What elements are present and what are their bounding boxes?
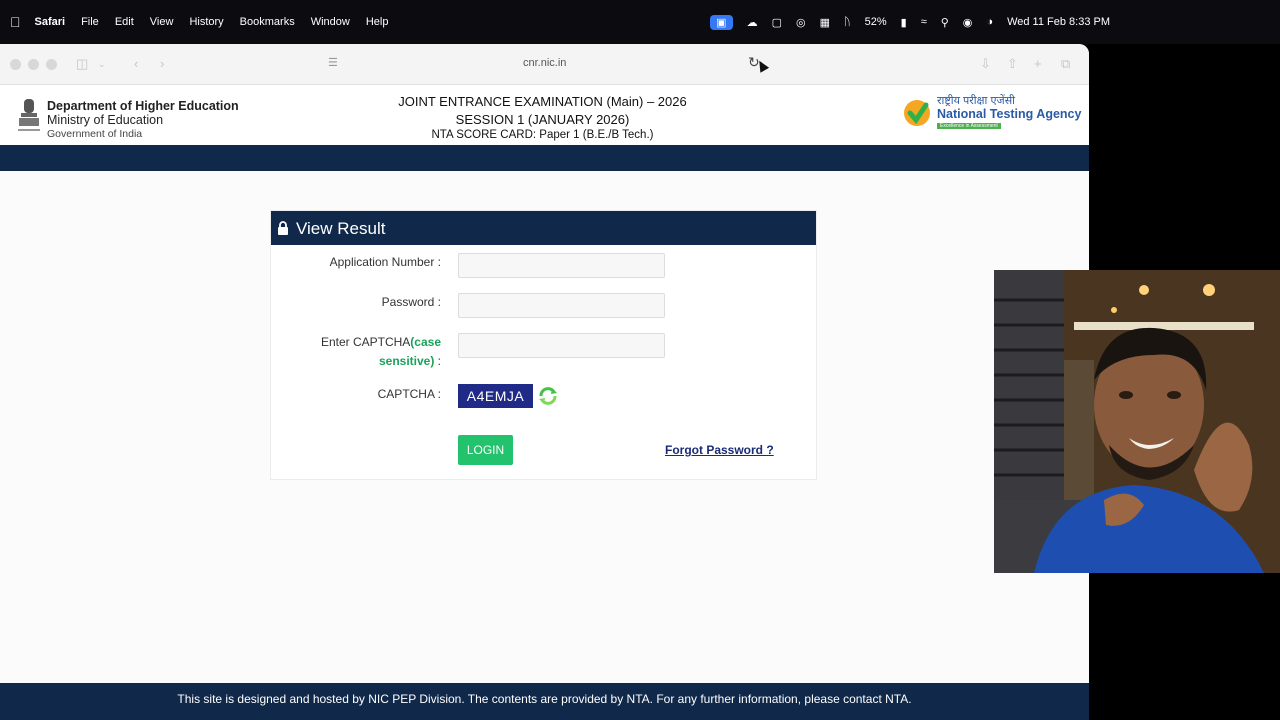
case-sensitive-note-a: (case [410,335,441,349]
menu-window[interactable]: Window [311,16,350,28]
download-icon[interactable]: ⇩ [980,56,991,72]
browser-toolbar: ◫ ⌄ ‹ › ☰ cnr.nic.in ↻ ⇩ ⇧ + ⧉ [0,44,1089,85]
control-center-icon[interactable]: ◑ [986,16,993,28]
captcha-input-label-colon: : [434,354,441,368]
safari-window: ◫ ⌄ ‹ › ☰ cnr.nic.in ↻ ⇩ ⇧ + ⧉ Departmen… [0,44,1089,720]
menu-help[interactable]: Help [366,16,389,28]
panel-title: View Result [296,219,386,238]
department-block: Department of Higher Education Ministry … [47,99,239,140]
menu-clock[interactable]: Wed 11 Feb 8:33 PM [1007,16,1110,28]
application-number-input[interactable] [458,253,665,278]
view-result-panel: View Result Application Number : Passwor… [270,210,817,480]
nta-tagline: Excellence in Assessment [937,123,1001,129]
forgot-password-link[interactable]: Forgot Password ? [665,443,774,457]
department-name: Department of Higher Education [47,99,239,113]
menu-bookmarks[interactable]: Bookmarks [240,16,295,28]
national-emblem-icon [18,99,40,131]
login-button[interactable]: LOGIN [458,435,513,465]
menu-app-name[interactable]: Safari [35,16,66,28]
menu-history[interactable]: History [189,16,223,28]
battery-percent[interactable]: 52% [865,16,887,28]
menu-file[interactable]: File [81,16,99,28]
captcha-label: CAPTCHA : [377,387,441,401]
battery-icon[interactable]: ▮ [901,16,907,29]
lock-icon [278,221,288,235]
close-window-button[interactable] [10,59,21,70]
exam-title: JOINT ENTRANCE EXAMINATION (Main) – 2026 [398,94,687,109]
nta-english-name: National Testing Agency [937,107,1082,121]
tab-overview-icon[interactable]: ⧉ [1061,56,1070,72]
forward-icon[interactable]: › [160,56,164,71]
zoom-window-button[interactable] [46,59,57,70]
window-controls [10,59,64,70]
spotlight-search-icon[interactable]: ⚲ [941,16,949,29]
new-tab-icon[interactable]: + [1034,56,1042,71]
captcha-input[interactable] [458,333,665,358]
cloud-icon[interactable]: ☁ [747,16,758,29]
exam-session: SESSION 1 (JANUARY 2026) [455,111,630,127]
menu-view[interactable]: View [150,16,174,28]
panel-header: View Result [271,211,816,245]
captcha-input-label-main: Enter CAPTCHA [320,335,411,349]
case-sensitive-note-b: sensitive) [378,354,435,368]
application-number-label: Application Number : [329,255,441,269]
screen-record-icon[interactable]: ▣ [710,14,733,30]
sidebar-toggle-icon[interactable]: ◫ [76,56,88,72]
password-label: Password : [381,295,441,309]
page-menu-icon[interactable]: ☰ [328,56,338,69]
captcha-input-label: Enter CAPTCHA(case sensitive) : [321,333,441,371]
airdrop-icon[interactable]: ◎ [796,16,806,29]
government-name: Government of India [47,127,143,140]
siri-icon[interactable]: ◉ [963,16,973,29]
menu-edit[interactable]: Edit [115,16,134,28]
chevron-down-icon[interactable]: ⌄ [98,59,106,70]
ministry-name: Ministry of Education [47,113,164,128]
apple-icon[interactable]:  [10,14,21,30]
nta-hindi-name: राष्ट्रीय परीक्षा एजेंसी [937,95,1015,107]
webcam-overlay [994,270,1280,573]
captcha-image: A4EMJA [458,384,533,408]
exam-title-block: JOINT ENTRANCE EXAMINATION (Main) – 2026… [360,93,725,144]
share-icon[interactable]: ⇧ [1007,56,1018,72]
keyboard-icon[interactable]: ▦ [820,16,830,29]
nav-bar [0,145,1089,171]
refresh-captcha-icon[interactable] [537,385,559,407]
bluetooth-icon[interactable]: ᚢ [844,16,851,28]
site-footer: This site is designed and hosted by NIC … [0,683,1089,720]
score-card-title: NTA SCORE CARD: Paper 1 (B.E./B Tech.) [431,129,654,142]
macos-menu-bar:  Safari File Edit View History Bookmark… [0,0,1280,44]
back-icon[interactable]: ‹ [134,56,138,71]
password-input[interactable] [458,293,665,318]
address-bar[interactable]: cnr.nic.in [523,57,566,69]
wifi-icon[interactable]: ≈ [921,16,927,28]
minimize-window-button[interactable] [28,59,39,70]
display-icon[interactable]: ▢ [772,16,782,29]
site-header: Department of Higher Education Ministry … [0,85,1089,145]
